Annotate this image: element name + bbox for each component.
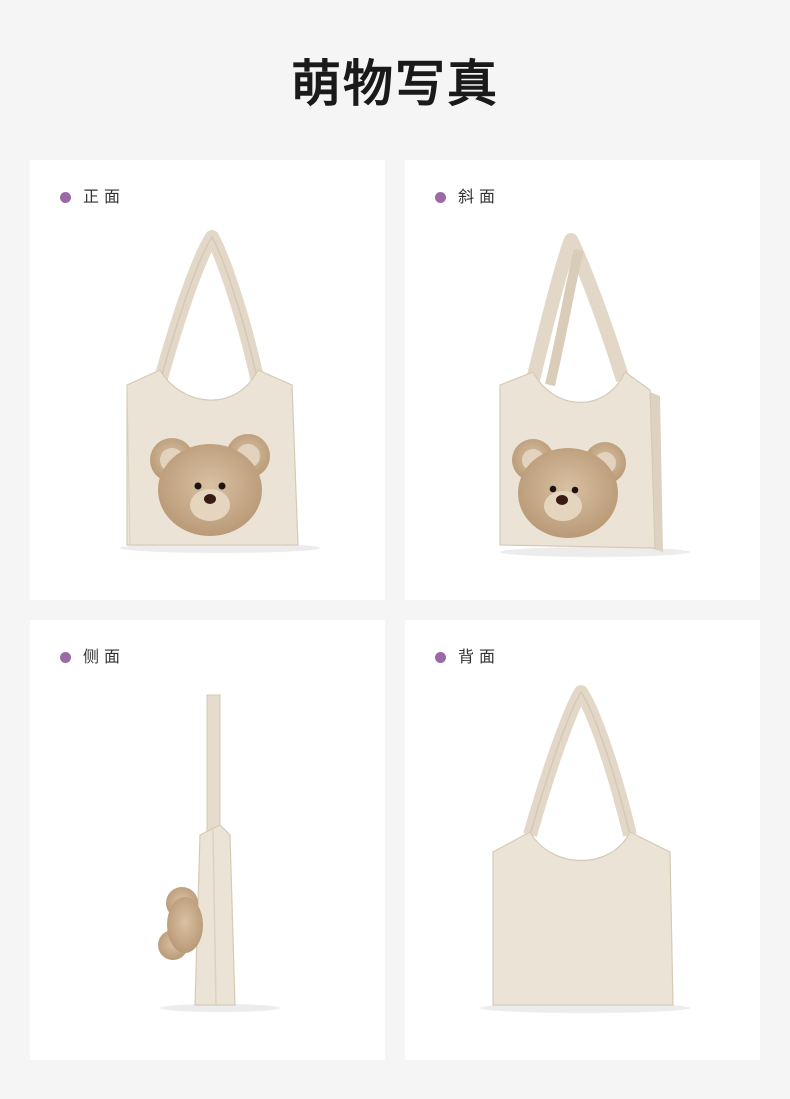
view-card-angled: 斜面 xyxy=(405,160,760,600)
view-card-back: 背面 xyxy=(405,620,760,1060)
bear-tote-back-icon xyxy=(480,685,690,1013)
bear-tote-front-icon xyxy=(120,230,320,553)
bear-tote-side-icon xyxy=(158,694,280,1012)
view-card-front: 正面 xyxy=(30,160,385,600)
view-card-side: 侧面 xyxy=(30,620,385,1060)
page-title: 萌物写真 xyxy=(291,55,499,113)
bear-tote-angled-icon xyxy=(499,233,690,557)
